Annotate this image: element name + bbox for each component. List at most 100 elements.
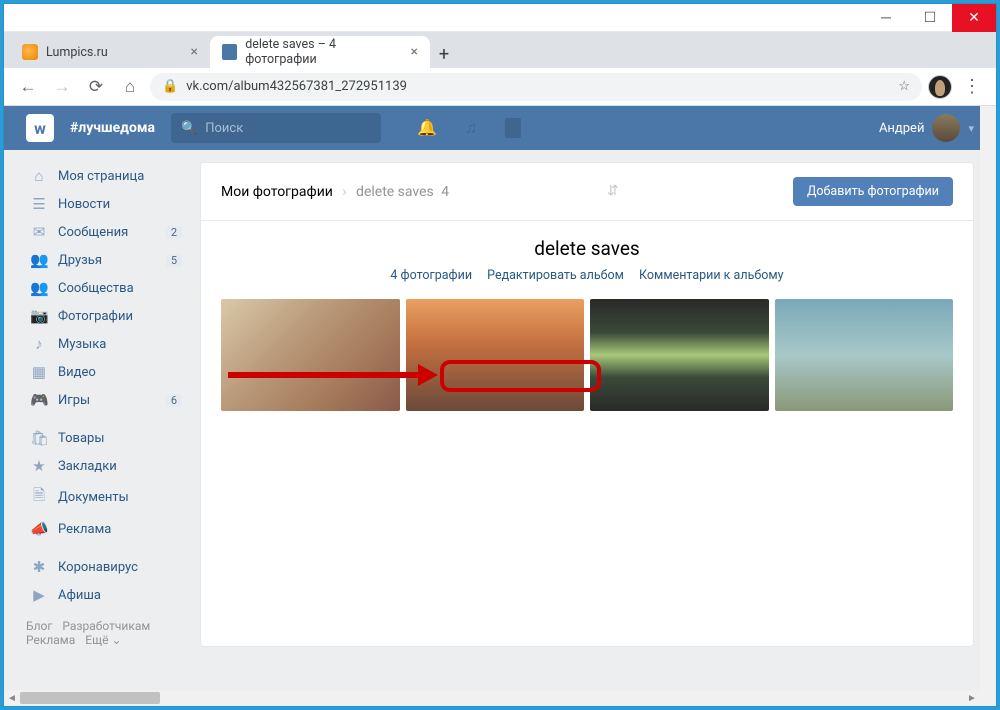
album-title: delete saves (221, 237, 953, 260)
sidebar-item-label: Закладки (58, 459, 117, 474)
album-link-comments[interactable]: Комментарии к альбому (639, 268, 784, 283)
scrollbar-corner (980, 690, 996, 706)
sidebar-item-label: Документы (58, 490, 129, 505)
breadcrumb: Мои фотографии › delete saves 4 (221, 184, 449, 200)
browser-tab[interactable]: Lumpics.ru × (10, 36, 210, 68)
window-maximize[interactable]: ☐ (908, 4, 952, 32)
add-photos-button[interactable]: Добавить фотографии (793, 177, 953, 206)
photo-thumbnail[interactable] (406, 299, 585, 411)
bag-icon: 🛍 (30, 429, 48, 447)
tab-title: Lumpics.ru (46, 45, 108, 60)
sidebar-item-groups[interactable]: 👥Сообщества (26, 274, 186, 302)
tab-strip: Lumpics.ru × delete saves – 4 фотографии… (4, 32, 996, 68)
photo-thumbnail[interactable] (590, 299, 769, 411)
photo-thumbnail[interactable] (775, 299, 954, 411)
window-titlebar: ─ ☐ ✕ (4, 4, 996, 32)
message-icon: ✉ (30, 223, 48, 241)
home-button[interactable]: ⌂ (116, 73, 144, 101)
sidebar-item-profile[interactable]: ⌂Моя страница (26, 162, 186, 190)
sidebar-item-bookmarks[interactable]: ★ Закладки (26, 452, 186, 480)
scroll-right-icon[interactable]: ► (964, 690, 980, 706)
sidebar-item-friends[interactable]: 👥Друзья5 (26, 246, 186, 274)
breadcrumb-root[interactable]: Мои фотографии (221, 184, 333, 200)
sidebar-item-label: Сообщества (58, 281, 134, 296)
sidebar-item-news[interactable]: ☰Новости (26, 190, 186, 218)
bookmark-star-icon[interactable]: ☆ (898, 79, 910, 94)
sidebar-item-events[interactable]: ▶Афиша (26, 581, 186, 609)
reload-button[interactable]: ⟳ (82, 73, 110, 101)
album-link-edit[interactable]: Редактировать альбом (487, 268, 624, 283)
album-link-count[interactable]: 4 фотографии (390, 268, 472, 283)
favicon-icon (222, 44, 237, 60)
profile-avatar[interactable] (928, 75, 952, 99)
games-icon: 🎮 (30, 391, 48, 409)
vk-user-menu[interactable]: Андрей ▾ (879, 114, 974, 142)
tab-close-icon[interactable]: × (411, 44, 418, 60)
star-icon: ★ (30, 457, 48, 475)
tab-close-icon[interactable]: × (191, 44, 198, 60)
home-icon: ⌂ (30, 167, 48, 185)
search-placeholder: Поиск (205, 121, 243, 136)
url-input[interactable]: 🔒 vk.com/album432567381_272951139 ☆ (150, 73, 922, 101)
breadcrumb-album: delete saves (356, 184, 434, 200)
sidebar-item-music[interactable]: ♪ Музыка (26, 330, 186, 358)
search-icon: 🔍 (181, 121, 197, 136)
play-icon[interactable]: ▶ (505, 118, 521, 138)
browser-menu-button[interactable]: ⋮ (958, 73, 986, 101)
footer-link[interactable]: Реклама (26, 633, 75, 647)
notifications-icon[interactable]: 🔔 (417, 118, 437, 138)
sidebar-item-covid[interactable]: ✱ Коронавирус (26, 553, 186, 581)
scroll-left-icon[interactable]: ◄ (4, 690, 20, 706)
video-icon: ▦ (30, 363, 48, 381)
forward-button[interactable]: → (48, 73, 76, 101)
scrollbar-thumb[interactable] (20, 692, 160, 704)
virus-icon: ✱ (30, 558, 48, 576)
lock-icon: 🔒 (162, 79, 178, 94)
back-button[interactable]: ← (14, 73, 42, 101)
chevron-down-icon: ▾ (968, 122, 974, 135)
breadcrumb-count: 4 (441, 184, 449, 200)
sidebar-item-market[interactable]: 🛍Товары (26, 424, 186, 452)
photo-thumbnail[interactable] (221, 299, 400, 411)
url-text: vk.com/album432567381_272951139 (186, 79, 407, 94)
sidebar-item-video[interactable]: ▦ Видео (26, 358, 186, 386)
sidebar-item-messages[interactable]: ✉Сообщения2 (26, 218, 186, 246)
vk-hashtag[interactable]: #лучшедома (70, 120, 155, 136)
window-minimize[interactable]: ─ (864, 4, 908, 32)
footer-link[interactable]: Блог (26, 619, 52, 633)
document-icon: 🗎 (30, 485, 48, 510)
vk-logo[interactable]: w (26, 114, 54, 142)
sort-icon[interactable]: ⇵ (607, 183, 625, 201)
horizontal-scrollbar[interactable]: ◄ ► (4, 690, 980, 706)
favicon-icon (22, 44, 38, 60)
vk-header-icons: 🔔 ♫ ▶ (417, 118, 521, 138)
footer-link[interactable]: Разработчикам (62, 619, 150, 633)
username: Андрей (879, 121, 925, 136)
music-icon: ♪ (30, 335, 48, 353)
content-header: Мои фотографии › delete saves 4 ⇵ Добави… (201, 163, 973, 221)
new-tab-button[interactable]: + (430, 40, 458, 68)
search-input[interactable]: 🔍 Поиск (171, 113, 381, 143)
sidebar-item-photos[interactable]: 📷Фотографии (26, 302, 186, 330)
friends-icon: 👥 (30, 251, 48, 269)
sidebar-item-ads[interactable]: 📣 Реклама (26, 515, 186, 543)
browser-tab-active[interactable]: delete saves – 4 фотографии × (210, 36, 430, 68)
footer-link[interactable]: Ещё ⌄ (85, 633, 121, 647)
sidebar-item-label: Реклама (58, 522, 111, 537)
sidebar-item-label: Игры (58, 393, 90, 408)
browser-window: ─ ☐ ✕ Lumpics.ru × delete saves – 4 фото… (4, 4, 996, 706)
sidebar-item-label: Коронавирус (58, 560, 138, 575)
vertical-scrollbar[interactable] (980, 106, 996, 690)
badge: 2 (166, 226, 182, 239)
sidebar-item-label: Музыка (58, 337, 106, 352)
camera-icon: 📷 (30, 307, 48, 325)
megaphone-icon: 📣 (30, 520, 48, 538)
sidebar-item-games[interactable]: 🎮Игры6 (26, 386, 186, 414)
music-icon[interactable]: ♫ (465, 118, 477, 138)
sidebar-item-docs[interactable]: 🗎 Документы (26, 480, 186, 515)
chevron-right-icon: › (342, 184, 346, 200)
window-close[interactable]: ✕ (952, 4, 996, 32)
page-viewport: w #лучшедома 🔍 Поиск 🔔 ♫ ▶ Андрей ▾ ⌂Моя… (4, 106, 996, 706)
sidebar-item-label: Видео (58, 365, 96, 380)
sidebar-item-label: Афиша (58, 588, 101, 603)
